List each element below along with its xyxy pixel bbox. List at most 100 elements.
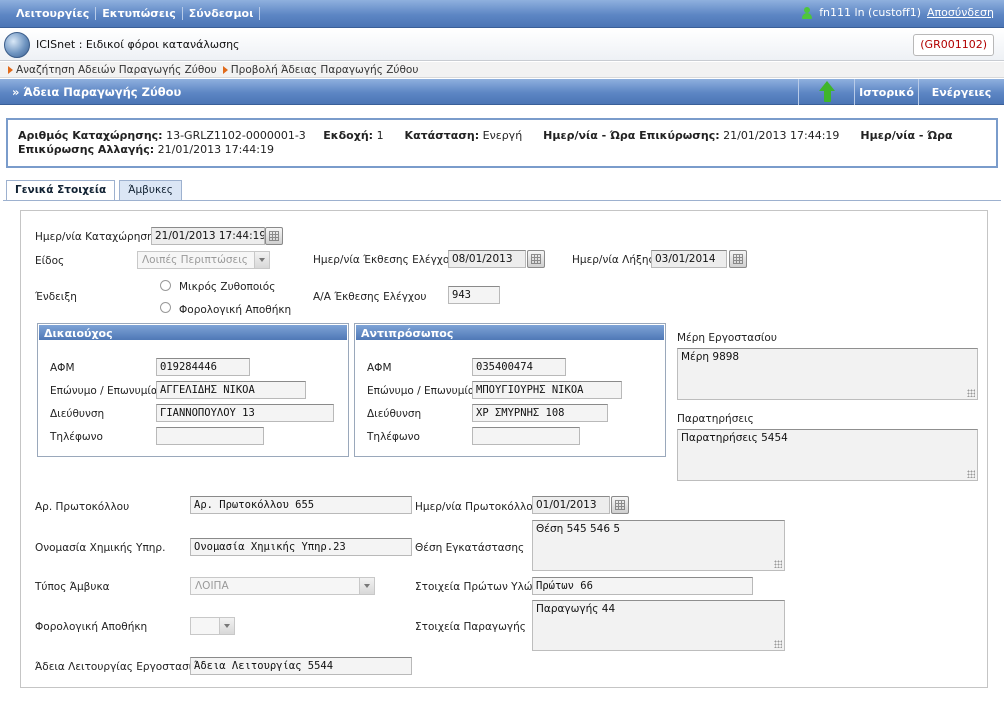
rep-afm-label: ΑΦΜ xyxy=(367,362,392,374)
remarks-value: Παρατηρήσεις 5454 xyxy=(681,432,788,444)
factory-license-label: Άδεια Λειτουργίας Εργοστασίου xyxy=(35,661,205,673)
production-textarea[interactable]: Παραγωγής 44 xyxy=(532,600,785,651)
expiry-date-field[interactable]: 03/01/2014 xyxy=(651,250,727,268)
tab-bar: Γενικά Στοιχεία Άμβυκες xyxy=(6,180,182,201)
breadcrumb-arrow-icon xyxy=(8,65,13,74)
resize-grip-icon[interactable] xyxy=(774,560,782,568)
user-label: fn111 ln (custoff1) xyxy=(819,6,922,19)
radio-small-brewer-label: Μικρός Ζυθοποιός xyxy=(179,281,276,293)
top-menu: Λειτουργίες Εκτυπώσεις Σύνδεσμοι xyxy=(10,7,261,20)
factory-license-field[interactable]: Άδεια Λειτουργίας 5544 xyxy=(190,657,412,675)
actions-button[interactable]: Ενέργειες xyxy=(918,79,1004,105)
chevron-down-icon xyxy=(219,618,234,634)
install-position-textarea[interactable]: Θέση 545 546 5 xyxy=(532,520,785,571)
still-type-label: Τύπος Άμβυκα xyxy=(35,581,110,593)
inspection-no-field[interactable]: 943 xyxy=(448,286,500,304)
change-validation-value: 21/01/2013 17:44:19 xyxy=(157,143,274,156)
raw-materials-field[interactable]: Πρώτων 66 xyxy=(532,577,753,595)
install-position-label: Θέση Εγκατάστασης xyxy=(415,542,525,554)
holder-phone-field[interactable] xyxy=(156,427,264,445)
status-label: Κατάσταση: xyxy=(404,129,480,142)
tab-general[interactable]: Γενικά Στοιχεία xyxy=(6,180,116,201)
rep-phone-field[interactable] xyxy=(472,427,580,445)
tab-stills[interactable]: Άμβυκες xyxy=(119,180,182,200)
expiry-date-label: Ημερ/νία Λήξης xyxy=(572,254,655,266)
chemist-label: Ονομασία Χημικής Υπηρ. xyxy=(35,542,166,554)
inspection-date-field[interactable]: 08/01/2013 xyxy=(448,250,526,268)
page-title: » Άδεια Παραγωγής Ζύθου xyxy=(12,85,182,99)
radio-tax-warehouse[interactable] xyxy=(160,302,171,313)
resize-grip-icon[interactable] xyxy=(967,470,975,478)
user-area: fn111 ln (custoff1) Αποσύνδεση xyxy=(801,6,994,19)
kind-label: Είδος xyxy=(35,255,65,267)
holder-phone-label: Τηλέφωνο xyxy=(50,431,103,443)
validation-label: Ημερ/νία - Ώρα Επικύρωσης: xyxy=(543,129,720,142)
holder-section: Δικαιούχος ΑΦΜ 019284446 Επώνυμο / Επωνυ… xyxy=(37,323,349,457)
user-icon xyxy=(801,6,813,19)
resize-grip-icon[interactable] xyxy=(774,640,782,648)
rep-name-field[interactable]: ΜΠΟΥΓΙΟΥΡΗΣ ΝΙΚΟΑ xyxy=(472,381,622,399)
holder-afm-label: ΑΦΜ xyxy=(50,362,75,374)
chemist-field[interactable]: Ονομασία Χημικής Υπηρ.23 xyxy=(190,538,412,556)
still-type-selected-value: ΛΟΙΠΑ xyxy=(195,580,229,592)
breadcrumb-label: Αναζήτηση Αδειών Παραγωγής Ζύθου xyxy=(16,63,217,76)
go-up-button[interactable] xyxy=(798,79,854,105)
remarks-label: Παρατηρήσεις xyxy=(677,413,754,425)
production-label: Στοιχεία Παραγωγής xyxy=(415,621,526,633)
remarks-textarea[interactable]: Παρατηρήσεις 5454 xyxy=(677,429,978,481)
version-label: Εκδοχή: xyxy=(323,129,374,142)
protocol-no-field[interactable]: Αρ. Πρωτοκόλλου 655 xyxy=(190,496,412,514)
calendar-icon[interactable] xyxy=(611,496,629,514)
protocol-date-field[interactable]: 01/01/2013 xyxy=(532,496,610,514)
kind-select[interactable]: Λοιπές Περιπτώσεις xyxy=(137,251,270,269)
rep-address-field[interactable]: ΧΡ ΣΜΥΡΝΗΣ 108 xyxy=(472,404,608,422)
production-value: Παραγωγής 44 xyxy=(536,603,616,615)
resize-grip-icon[interactable] xyxy=(967,389,975,397)
kind-selected-value: Λοιπές Περιπτώσεις xyxy=(142,254,248,266)
tax-warehouse-select[interactable] xyxy=(190,617,235,635)
globe-logo-icon xyxy=(4,32,30,58)
office-code-badge: (GR001102) xyxy=(913,34,994,56)
version-value: 1 xyxy=(376,129,384,142)
radio-small-brewer[interactable] xyxy=(160,280,171,291)
reg-no-label: Αριθμός Καταχώρησης: xyxy=(18,129,163,142)
top-menu-bar: Λειτουργίες Εκτυπώσεις Σύνδεσμοι fn111 l… xyxy=(0,0,1004,28)
rep-afm-field[interactable]: 035400474 xyxy=(472,358,566,376)
breadcrumb-item-search[interactable]: Αναζήτηση Αδειών Παραγωγής Ζύθου xyxy=(8,64,217,76)
holder-address-field[interactable]: ΓΙΑΝΝΟΠΟΥΛΟΥ 13 xyxy=(156,404,334,422)
calendar-icon[interactable] xyxy=(265,227,283,245)
holder-address-label: Διεύθυνση xyxy=(50,408,105,420)
app-title-row: ICISnet : Ειδικοί φόροι κατανάλωσης (GR0… xyxy=(0,29,1004,61)
factory-parts-textarea[interactable]: Μέρη 9898 xyxy=(677,348,978,400)
status-value: Ενεργή xyxy=(482,129,523,142)
holder-name-field[interactable]: ΑΓΓΕΛΙΔΗΣ ΝΙΚΟΑ xyxy=(156,381,306,399)
chevron-down-icon xyxy=(359,578,374,594)
breadcrumb: Αναζήτηση Αδειών Παραγωγής Ζύθου Προβολή… xyxy=(0,62,1004,78)
inspection-no-label: Α/Α Έκθεσης Ελέγχου xyxy=(313,291,427,303)
app-title: ICISnet : Ειδικοί φόροι κατανάλωσης xyxy=(36,38,240,51)
breadcrumb-label: Προβολή Άδειας Παραγωγής Ζύθου xyxy=(230,63,419,76)
menu-links[interactable]: Σύνδεσμοι xyxy=(183,7,261,20)
reg-date-field[interactable]: 21/01/2013 17:44:19 xyxy=(151,227,265,245)
page-actions: Ιστορικό Ενέργειες xyxy=(798,79,1004,105)
menu-prints[interactable]: Εκτυπώσεις xyxy=(96,7,183,20)
summary-box: Αριθμός Καταχώρησης: 13-GRLZ1102-0000001… xyxy=(6,118,998,168)
page-header-band: » Άδεια Παραγωγής Ζύθου Ιστορικό Ενέργει… xyxy=(0,79,1004,105)
still-type-select[interactable]: ΛΟΙΠΑ xyxy=(190,577,375,595)
chevron-down-icon xyxy=(254,252,269,268)
calendar-icon[interactable] xyxy=(729,250,747,268)
holder-name-label: Επώνυμο / Επωνυμία xyxy=(50,385,158,397)
validation-value: 21/01/2013 17:44:19 xyxy=(723,129,840,142)
menu-functions[interactable]: Λειτουργίες xyxy=(10,7,97,20)
breadcrumb-item-view[interactable]: Προβολή Άδειας Παραγωγής Ζύθου xyxy=(222,63,419,76)
protocol-no-label: Αρ. Πρωτοκόλλου xyxy=(35,501,130,513)
general-form-panel: Ημερ/νία Καταχώρησης 21/01/2013 17:44:19… xyxy=(20,210,988,688)
reg-no-value: 13-GRLZ1102-0000001-3 xyxy=(166,129,306,142)
holder-afm-field[interactable]: 019284446 xyxy=(156,358,250,376)
logout-link[interactable]: Αποσύνδεση xyxy=(927,6,994,19)
up-arrow-icon xyxy=(816,81,838,103)
calendar-icon[interactable] xyxy=(527,250,545,268)
history-button[interactable]: Ιστορικό xyxy=(854,79,918,105)
rep-name-label: Επώνυμο / Επωνυμία xyxy=(367,385,475,397)
holder-section-title: Δικαιούχος xyxy=(38,324,348,341)
